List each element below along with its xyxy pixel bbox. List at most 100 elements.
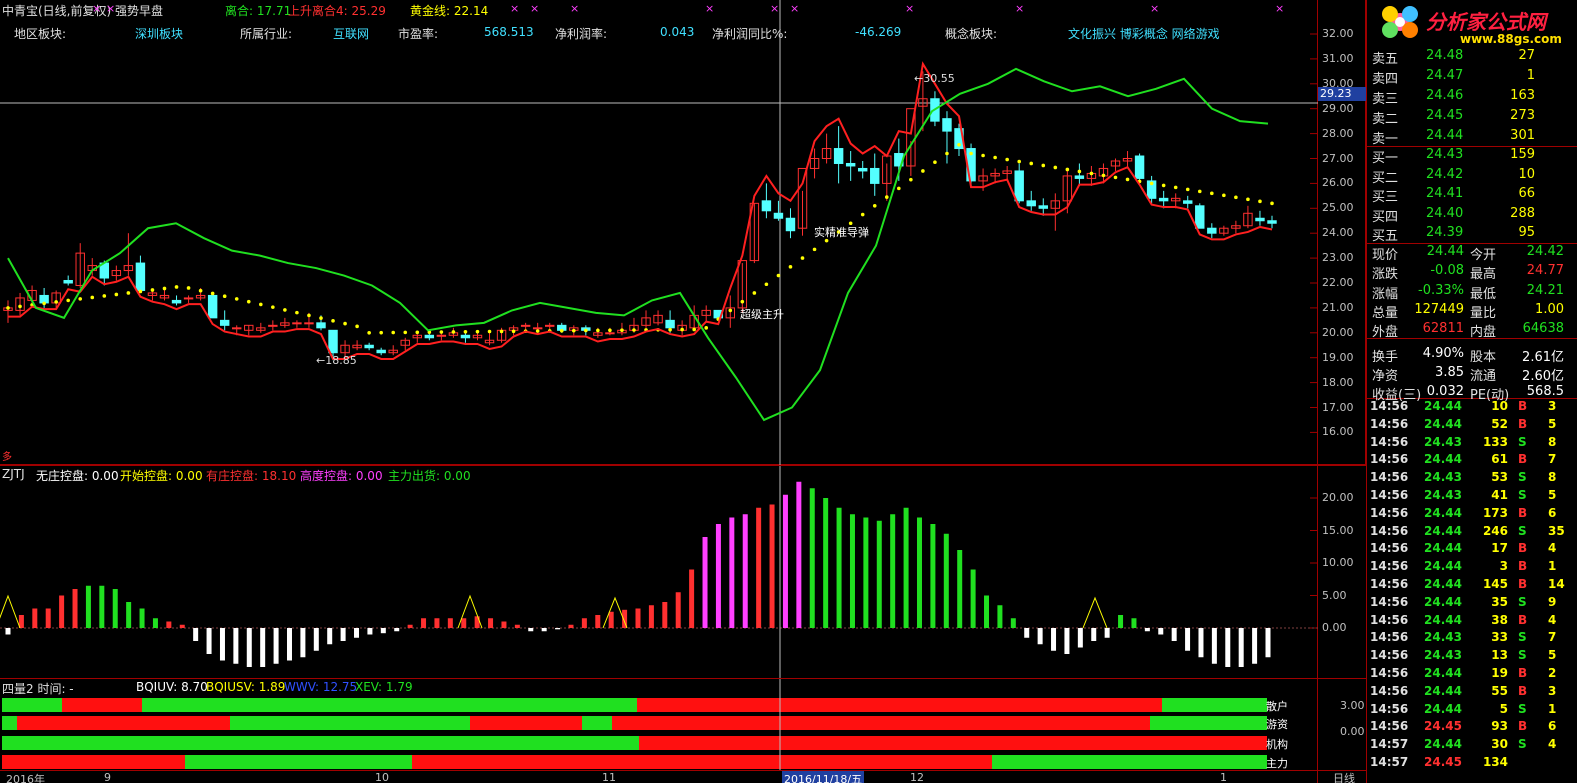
- tick-row: 14:56 24.43 53 S 8: [1368, 470, 1568, 488]
- tick-p: 24.44: [1424, 541, 1462, 556]
- orderbook-vol: 301: [1510, 128, 1535, 143]
- time-axis-label: 2016年: [6, 773, 45, 783]
- silian-row-label: 游资: [1266, 718, 1288, 731]
- tick-t: 14:56: [1370, 470, 1409, 485]
- silian-axis-label: 3.00: [1340, 699, 1365, 712]
- tick-n: 9: [1548, 594, 1557, 609]
- tick-t: 14:57: [1370, 737, 1409, 752]
- tick-v: 3: [1499, 559, 1508, 574]
- tick-s: B: [1518, 452, 1528, 467]
- price-tick-label: 16.00: [1322, 425, 1354, 439]
- candle-down: [1195, 205, 1205, 229]
- trend-dot: [319, 316, 323, 320]
- zjtj-bar-negative: [1051, 628, 1057, 651]
- zjtj-bar-positive: [997, 605, 1003, 628]
- ask-row[interactable]: 卖三 24.46 163: [1368, 88, 1568, 110]
- flower-logo-icon: [1382, 6, 1418, 38]
- tick-n: 14: [1548, 577, 1565, 591]
- trend-dot: [957, 143, 961, 147]
- quote-v2: 1.00: [1535, 301, 1564, 317]
- time-axis-label: 9: [104, 771, 111, 783]
- zjtj-bar-negative: [1091, 628, 1097, 641]
- zjtj-bar-negative: [273, 628, 279, 664]
- trend-dot: [1246, 197, 1250, 202]
- silian-segment: [230, 716, 470, 730]
- quote-k1: 总量: [1372, 305, 1399, 321]
- ask-row[interactable]: 卖二 24.45 273: [1368, 108, 1568, 130]
- trend-dot: [1041, 163, 1046, 168]
- zjtj-bar-positive: [849, 514, 855, 628]
- tick-row: 14:56 24.44 246 S 35: [1368, 524, 1568, 542]
- trend-dot: [78, 297, 83, 301]
- signal-super-rise: 超级主升: [740, 307, 784, 321]
- ask-row[interactable]: 卖四 24.47 1: [1368, 68, 1568, 90]
- orderbook-vol: 288: [1510, 205, 1535, 221]
- silian-bars[interactable]: [0, 679, 1318, 770]
- silian-segment: [412, 755, 992, 769]
- price-tick-label: 22.00: [1322, 276, 1354, 289]
- tick-v: 5: [1499, 701, 1508, 716]
- trend-dot: [1029, 161, 1034, 166]
- trend-dot: [90, 295, 95, 300]
- period-label[interactable]: 日线: [1333, 770, 1355, 783]
- zjtj-bar-positive: [461, 618, 467, 628]
- trend-dot: [1089, 171, 1094, 176]
- trend-dot: [969, 151, 973, 156]
- time-axis-label: 11: [602, 771, 616, 783]
- tick-p: 24.45: [1424, 755, 1462, 769]
- price-tick-label: 17.00: [1322, 400, 1354, 414]
- tick-s: B: [1518, 683, 1528, 698]
- trend-dot: [1161, 183, 1166, 188]
- quote-v1: -0.33%: [1418, 282, 1464, 298]
- silian-segment: [17, 716, 230, 730]
- zjtj-bar-positive: [32, 608, 38, 628]
- quote-v2: 24.77: [1526, 263, 1564, 279]
- trend-dot: [704, 326, 709, 330]
- main-price-chart[interactable]: ←18.85 ←30.55 实精准导弹超级主升 × × × × × × × × × × × ×: [0, 0, 1318, 465]
- quote-k2: 今开: [1470, 248, 1497, 263]
- tick-v: 10: [1491, 399, 1508, 413]
- orderbook-vol: 1: [1526, 68, 1535, 83]
- orderbook-name: 买五: [1372, 229, 1399, 244]
- tick-p: 24.44: [1424, 505, 1462, 520]
- quote-k2: 最高: [1470, 267, 1497, 283]
- trend-dot: [668, 327, 672, 332]
- silian-segment: [639, 736, 1267, 750]
- tick-v: 173: [1482, 505, 1508, 520]
- trend-dot: [54, 300, 58, 304]
- ask-row[interactable]: 卖五 24.48 27: [1368, 48, 1568, 70]
- trend-dot: [1258, 199, 1262, 204]
- zjtj-histogram[interactable]: [0, 466, 1318, 678]
- candle-down: [833, 148, 844, 164]
- trend-dot: [487, 329, 492, 334]
- candle-down: [1158, 197, 1169, 202]
- tick-p: 24.44: [1424, 594, 1462, 609]
- quote-k1: 换手: [1372, 349, 1399, 365]
- trend-dot: [234, 297, 239, 301]
- tick-row: 14:56 24.44 55 B 3: [1368, 684, 1568, 702]
- zjtj-start-triangle: [1082, 596, 1108, 629]
- zjtj-bar-positive: [474, 616, 480, 628]
- tick-s: S: [1518, 630, 1527, 645]
- trend-dot: [1270, 201, 1274, 206]
- silian-axis-label: 0.00: [1340, 725, 1365, 738]
- trend-dot: [283, 308, 287, 312]
- tick-row: 14:56 24.44 52 B 5: [1368, 417, 1568, 435]
- tick-v: 61: [1491, 452, 1508, 467]
- trend-dot: [921, 169, 925, 173]
- candle-up: [232, 327, 242, 330]
- tick-t: 14:56: [1370, 648, 1409, 663]
- tick-s: B: [1518, 559, 1528, 574]
- candle-down: [1267, 220, 1277, 224]
- quote-v2: 24.42: [1526, 244, 1564, 259]
- zjtj-bar-positive: [662, 602, 668, 628]
- tick-v: 35: [1491, 594, 1508, 609]
- candle-up: [292, 322, 302, 325]
- trend-dot: [945, 151, 949, 156]
- time-axis-label: 10: [375, 771, 389, 783]
- trend-dot: [511, 329, 516, 334]
- top-marker: ×: [570, 2, 579, 15]
- signal-precision-missile: 实精准导弹: [814, 225, 869, 239]
- orderbook-price: 24.46: [1426, 88, 1464, 103]
- trend-dot: [692, 327, 696, 332]
